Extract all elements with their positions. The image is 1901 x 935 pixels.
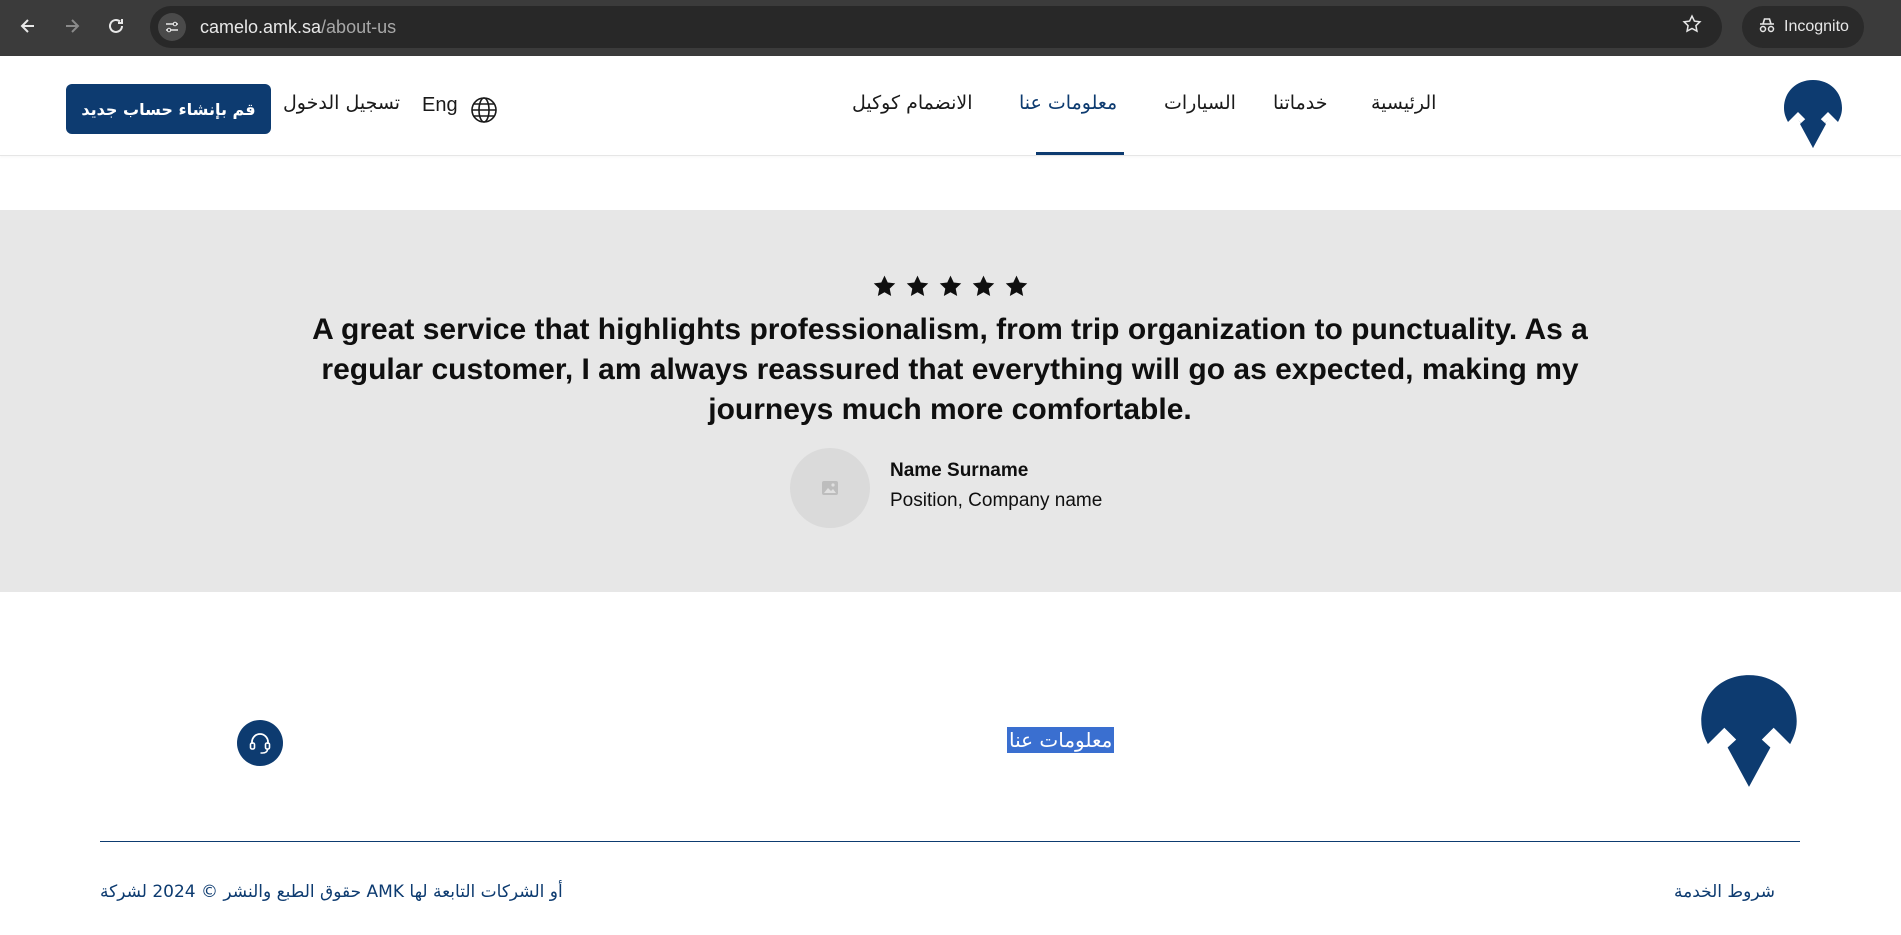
footer-about-link[interactable]: معلومات عنا [1007, 727, 1115, 753]
site-header: الرئيسية خدماتنا السيارات معلومات عنا ال… [0, 56, 1901, 156]
star-icon [873, 275, 896, 296]
avatar [790, 448, 870, 528]
globe-icon[interactable] [470, 96, 498, 124]
browser-toolbar: camelo.amk.sa/about-us Incognito [0, 0, 1901, 56]
copyright-text: أو الشركات التابعة لها AMK حقوق الطبع وا… [100, 882, 563, 902]
star-icon [939, 275, 962, 296]
url-text: camelo.amk.sa/about-us [200, 17, 396, 38]
nav-about-us[interactable]: معلومات عنا [1019, 92, 1117, 114]
url-host: camelo.amk.sa [200, 16, 322, 37]
brand-logo[interactable] [1782, 78, 1844, 150]
terms-link[interactable]: شروط الخدمة [1674, 882, 1775, 902]
footer-divider [100, 841, 1800, 842]
url-path: /about-us [321, 16, 397, 37]
signup-button[interactable]: قم بإنشاء حساب جديد [66, 84, 271, 134]
reload-icon[interactable] [102, 12, 130, 40]
incognito-button[interactable]: Incognito [1742, 6, 1864, 48]
testimonial-quote: A great service that highlights professi… [312, 313, 1588, 426]
star-icon [1005, 275, 1028, 296]
incognito-label: Incognito [1784, 18, 1849, 35]
language-switch[interactable]: Eng [422, 94, 458, 117]
star-icon[interactable] [1682, 14, 1702, 40]
back-icon[interactable] [14, 12, 42, 40]
star-icon [906, 275, 929, 296]
active-nav-indicator [1036, 152, 1124, 155]
nav-services[interactable]: خدماتنا [1273, 92, 1328, 114]
nav-join-agent[interactable]: الانضمام كوكيل [852, 92, 973, 114]
support-button[interactable] [237, 720, 283, 766]
image-placeholder-icon [822, 481, 838, 495]
incognito-icon [1758, 17, 1776, 38]
testimonial-section: A great service that highlights professi… [0, 210, 1901, 592]
star-icon [972, 275, 995, 296]
reviewer-name: Name Surname [890, 460, 1029, 481]
login-link[interactable]: تسجيل الدخول [283, 92, 400, 114]
rating-stars [872, 274, 1029, 299]
nav-cars[interactable]: السيارات [1164, 92, 1236, 114]
footer-logo[interactable] [1698, 670, 1800, 792]
forward-icon[interactable] [58, 12, 86, 40]
nav-home[interactable]: الرئيسية [1371, 92, 1436, 114]
reviewer-position: Position, Company name [890, 490, 1103, 511]
headset-icon [249, 733, 271, 754]
site-info-icon[interactable] [158, 13, 186, 41]
address-bar[interactable]: camelo.amk.sa/about-us [150, 6, 1722, 48]
